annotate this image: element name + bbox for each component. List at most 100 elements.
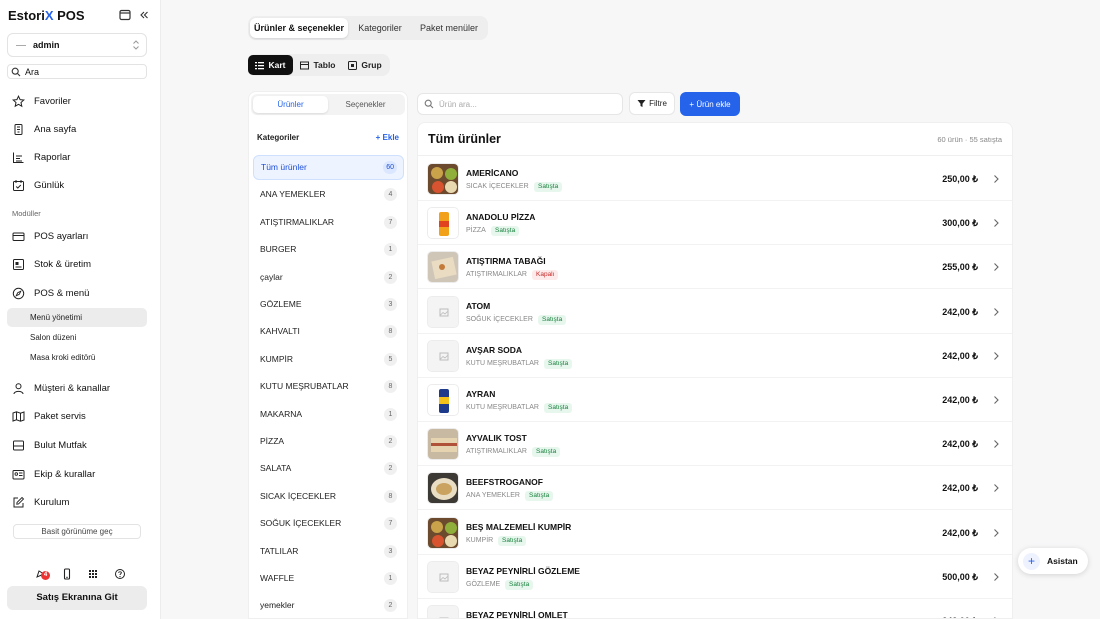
filter-button[interactable]: Filtre [629,92,675,115]
category-count: 60 [383,161,397,174]
product-thumbnail [427,605,459,618]
category-name: SOĞUK İÇECEKLER [260,518,342,529]
nav-label: Paket servis [34,410,86,422]
category-item[interactable]: SALATA 2 [253,456,404,481]
nav-label: Kurulum [34,496,70,508]
category-name: SICAK İÇECEKLER [260,490,337,501]
product-category: GÖZLEME [466,580,501,588]
product-option-subtabs: Ürünler Seçenekler [251,94,405,115]
sidebar-toggle-icon[interactable] [119,9,133,23]
status-badge: Satışta [538,314,567,325]
category-item[interactable]: BURGER 1 [253,237,404,262]
tab-products-options[interactable]: Ürünler & seçenekler [250,18,348,38]
plus-icon: + [1023,552,1040,570]
category-item[interactable]: KAHVALTI 8 [253,319,404,344]
product-row[interactable]: BEYAZ PEYNİRLİ OMLET242,00 ₺ [418,599,1012,618]
category-item[interactable]: TATLILAR 3 [253,539,404,564]
status-badge: Satışta [532,447,561,458]
subnav-table-sketch-editor[interactable]: Masa kroki editörü [7,348,147,367]
add-category-button[interactable]: + Ekle [376,133,399,142]
view-table-button[interactable]: Tablo [296,55,340,75]
category-item[interactable]: ANA YEMEKLER 4 [253,182,404,207]
help-icon[interactable] [114,568,126,580]
category-name: Tüm ürünler [261,162,307,172]
nav-label: Müşteri & kanallar [34,382,111,394]
product-row[interactable]: BEYAZ PEYNİRLİ GÖZLEME GÖZLEME Satışta 500,… [418,555,1012,599]
grid-icon[interactable] [87,568,99,580]
category-item[interactable]: WAFFLE 1 [253,566,404,591]
nav-setup[interactable]: Kurulum [12,494,152,510]
tab-package-menus[interactable]: Paket menüler [412,18,486,38]
product-row[interactable]: AYRAN KUTU MEŞRUBATLAR Satışta 242,00 ₺ [418,378,1012,422]
nav-cloud-kitchen[interactable]: Bulut Mutfak [12,437,152,453]
subtab-options[interactable]: Seçenekler [328,96,403,113]
nav-pos-menu[interactable]: POS & menü [12,285,152,301]
sidebar-search-input[interactable]: Ara [7,64,147,79]
product-row[interactable]: BEŞ MALZEMELİ KUMPİR KUMPİR Satışta 242,00 … [418,511,1012,555]
product-row[interactable]: AVŞAR SODA KUTU MEŞRUBATLAR Satışta 242,00 … [418,334,1012,378]
app-logo: EstoriX POS [8,8,85,23]
category-item[interactable]: MAKARNA 1 [253,402,404,427]
nav-stock[interactable]: Stok & üretim [12,256,152,272]
nav-home[interactable]: Ana sayfa [12,121,152,137]
category-item[interactable]: KUTU MEŞRUBATLAR 8 [253,374,404,399]
category-item[interactable]: GÖZLEME 3 [253,292,404,317]
nav-pos-settings[interactable]: POS ayarları [12,228,152,244]
category-name: KAHVALTI [260,326,300,337]
category-count: 8 [384,325,397,339]
collapse-icon[interactable] [138,9,152,23]
nav-daily[interactable]: Günlük [12,177,152,193]
category-item[interactable]: Tüm ürünler 60 [253,155,404,180]
category-name: KUTU MEŞRUBATLAR [260,381,349,392]
search-icon [424,99,434,109]
simple-view-button[interactable]: Basit görünüme geç [13,524,141,539]
category-item[interactable]: PİZZA 2 [253,429,404,454]
product-price: 255,00 ₺ [942,262,978,273]
add-product-button[interactable]: + Ürün ekle [680,92,740,116]
product-name: ATIŞTIRMA TABAĞI [466,256,546,267]
category-item[interactable]: SICAK İÇECEKLER 8 [253,484,404,509]
status-badge: Satışta [498,535,527,546]
mobile-icon[interactable] [61,568,73,580]
subtab-products[interactable]: Ürünler [253,96,328,113]
category-count: 8 [384,380,397,394]
user-selector[interactable]: admin [7,33,147,57]
view-table-label: Tablo [313,60,336,70]
category-item[interactable]: SOĞUK İÇECEKLER 7 [253,511,404,536]
status-badge: Kapalı [532,270,559,281]
nav-label: Favoriler [34,95,71,107]
product-category: KUMPİR [466,536,494,544]
category-count: 2 [384,435,397,448]
product-name: BEEFSTROGANOF [466,477,543,488]
category-name: ATIŞTIRMALIKLAR [260,216,334,227]
go-to-sales-button[interactable]: Satış Ekranına Git [7,586,147,610]
category-item[interactable]: yemekler 2 [253,593,404,618]
nav-customers[interactable]: Müşteri & kanallar [12,380,152,396]
nav-reports[interactable]: Raporlar [12,149,152,165]
product-name: AMERİCANO [466,168,519,178]
view-card-button[interactable]: Kart [248,55,293,75]
nav-favorites[interactable]: Favoriler [12,93,152,109]
product-row[interactable]: AYVALIK TOST ATIŞTIRMALIKLAR Satışta 242,00… [418,422,1012,467]
nav-package-service[interactable]: Paket servis [12,408,152,424]
nav-team-rules[interactable]: Ekip & kurallar [12,466,152,482]
product-search-input[interactable]: Ürün ara... [417,93,623,115]
category-count: 8 [384,489,397,503]
category-item[interactable]: ATIŞTIRMALIKLAR 7 [253,210,404,235]
assistant-button[interactable]: + Asistan [1018,548,1088,574]
search-placeholder: Ürün ara... [439,100,477,109]
product-row[interactable]: BEEFSTROGANOF ANA YEMEKLER Satışta 242,00 ₺ [418,466,1012,511]
category-item[interactable]: çaylar 2 [253,265,404,290]
tab-categories[interactable]: Kategoriler [352,18,408,38]
product-row[interactable]: ANADOLU PİZZA PİZZA Satışta 300,00 ₺ [418,201,1012,246]
category-item[interactable]: KUMPİR 5 [253,347,404,372]
product-row[interactable]: ATIŞTIRMA TABAĞI ATIŞTIRMALIKLAR Kapalı 255… [418,245,1012,290]
subnav-menu-management[interactable]: Menü yönetimi [7,308,147,327]
view-group-button[interactable]: Grup [343,55,387,75]
product-row[interactable]: AMERİCANO SICAK İÇECEKLER Satışta 250,00 ₺ [418,157,1012,201]
chevron-right-icon [992,572,1000,582]
chevron-right-icon [992,262,1000,272]
subnav-hall-layout[interactable]: Salon düzeni [7,328,147,347]
map-icon [12,410,25,423]
product-row[interactable]: ATOM SOĞUK İÇECEKLER Satışta 242,00 ₺ [418,290,1012,334]
